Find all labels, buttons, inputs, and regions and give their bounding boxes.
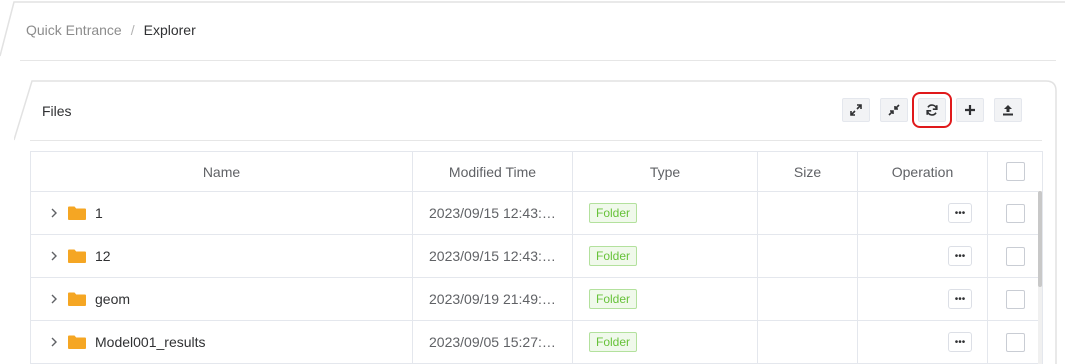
- size-cell: [757, 191, 858, 235]
- operation-cell: •••: [857, 191, 988, 235]
- type-tag: Folder: [589, 332, 638, 352]
- file-explorer-page: Quick Entrance / Explorer Files Name Mod…: [0, 0, 1065, 364]
- name-cell: geom: [30, 277, 413, 321]
- folder-icon: [68, 335, 86, 349]
- operation-cell: •••: [857, 277, 988, 321]
- select-cell: [987, 320, 1043, 364]
- column-header-modified-time[interactable]: Modified Time: [412, 151, 573, 192]
- row-checkbox[interactable]: [1005, 332, 1025, 352]
- table-scrollbar-thumb[interactable]: [1038, 191, 1042, 287]
- column-header-type[interactable]: Type: [572, 151, 758, 192]
- type-tag: Folder: [589, 246, 638, 266]
- files-toolbar: [842, 92, 1022, 128]
- more-button[interactable]: •••: [948, 246, 972, 266]
- breadcrumb-separator: /: [130, 22, 135, 38]
- select-all-checkbox[interactable]: [1005, 162, 1025, 181]
- upload-button[interactable]: [994, 98, 1022, 122]
- select-cell: [987, 234, 1043, 278]
- type-tag: Folder: [589, 289, 638, 309]
- row-checkbox[interactable]: [1005, 203, 1025, 223]
- chevron-right-icon[interactable]: [49, 294, 59, 304]
- modified-time-cell: 2023/09/15 12:43:…: [412, 234, 573, 278]
- table-row[interactable]: geom 2023/09/19 21:49:… Folder •••: [30, 277, 1043, 321]
- table-row[interactable]: Model001_results 2023/09/05 15:27:… Fold…: [30, 320, 1043, 364]
- breadcrumb-quick-entrance[interactable]: Quick Entrance: [26, 22, 122, 38]
- type-cell: Folder: [572, 277, 758, 321]
- chevron-right-icon[interactable]: [49, 251, 59, 261]
- more-button[interactable]: •••: [948, 289, 972, 309]
- type-cell: Folder: [572, 234, 758, 278]
- chevron-right-icon[interactable]: [49, 208, 59, 218]
- operation-cell: •••: [857, 320, 988, 364]
- more-button[interactable]: •••: [948, 332, 972, 352]
- more-button[interactable]: •••: [948, 203, 972, 223]
- operation-cell: •••: [857, 234, 988, 278]
- folder-icon: [68, 292, 86, 306]
- row-checkbox[interactable]: [1005, 289, 1025, 309]
- folder-icon: [68, 249, 86, 263]
- refresh-icon: [926, 104, 938, 116]
- file-name[interactable]: 1: [95, 205, 103, 221]
- modified-time-cell: 2023/09/15 12:43:…: [412, 191, 573, 235]
- file-name[interactable]: Model001_results: [95, 334, 206, 350]
- add-button[interactable]: [956, 98, 984, 122]
- table-row[interactable]: 1 2023/09/15 12:43:… Folder •••: [30, 191, 1043, 235]
- name-cell: 12: [30, 234, 413, 278]
- column-header-name[interactable]: Name: [30, 151, 413, 192]
- modified-time-cell: 2023/09/05 15:27:…: [412, 320, 573, 364]
- folder-icon: [68, 206, 86, 220]
- row-checkbox[interactable]: [1005, 246, 1025, 266]
- panel-divider: [30, 140, 1042, 141]
- select-cell: [987, 277, 1043, 321]
- upload-icon: [1003, 105, 1013, 116]
- select-cell: [987, 191, 1043, 235]
- column-header-size[interactable]: Size: [757, 151, 858, 192]
- header-divider: [20, 60, 1056, 61]
- type-cell: Folder: [572, 320, 758, 364]
- size-cell: [757, 320, 858, 364]
- name-cell: 1: [30, 191, 413, 235]
- breadcrumb: Quick Entrance / Explorer: [26, 22, 196, 38]
- refresh-button[interactable]: [912, 92, 952, 128]
- expand-button[interactable]: [842, 98, 870, 122]
- expand-icon: [850, 104, 862, 116]
- type-cell: Folder: [572, 191, 758, 235]
- column-header-select: [987, 151, 1043, 192]
- type-tag: Folder: [589, 203, 638, 223]
- column-header-operation: Operation: [857, 151, 988, 192]
- size-cell: [757, 234, 858, 278]
- file-name[interactable]: 12: [95, 248, 111, 264]
- chevron-right-icon[interactable]: [49, 337, 59, 347]
- files-table: Name Modified Time Type Size Operation 1…: [30, 151, 1043, 364]
- table-header-row: Name Modified Time Type Size Operation: [30, 151, 1043, 192]
- modified-time-cell: 2023/09/19 21:49:…: [412, 277, 573, 321]
- collapse-icon: [888, 104, 900, 116]
- file-name[interactable]: geom: [95, 291, 130, 307]
- name-cell: Model001_results: [30, 320, 413, 364]
- size-cell: [757, 277, 858, 321]
- collapse-button[interactable]: [880, 98, 908, 122]
- plus-icon: [965, 105, 975, 115]
- breadcrumb-explorer: Explorer: [143, 22, 196, 38]
- files-panel-title: Files: [42, 103, 72, 119]
- table-row[interactable]: 12 2023/09/15 12:43:… Folder •••: [30, 234, 1043, 278]
